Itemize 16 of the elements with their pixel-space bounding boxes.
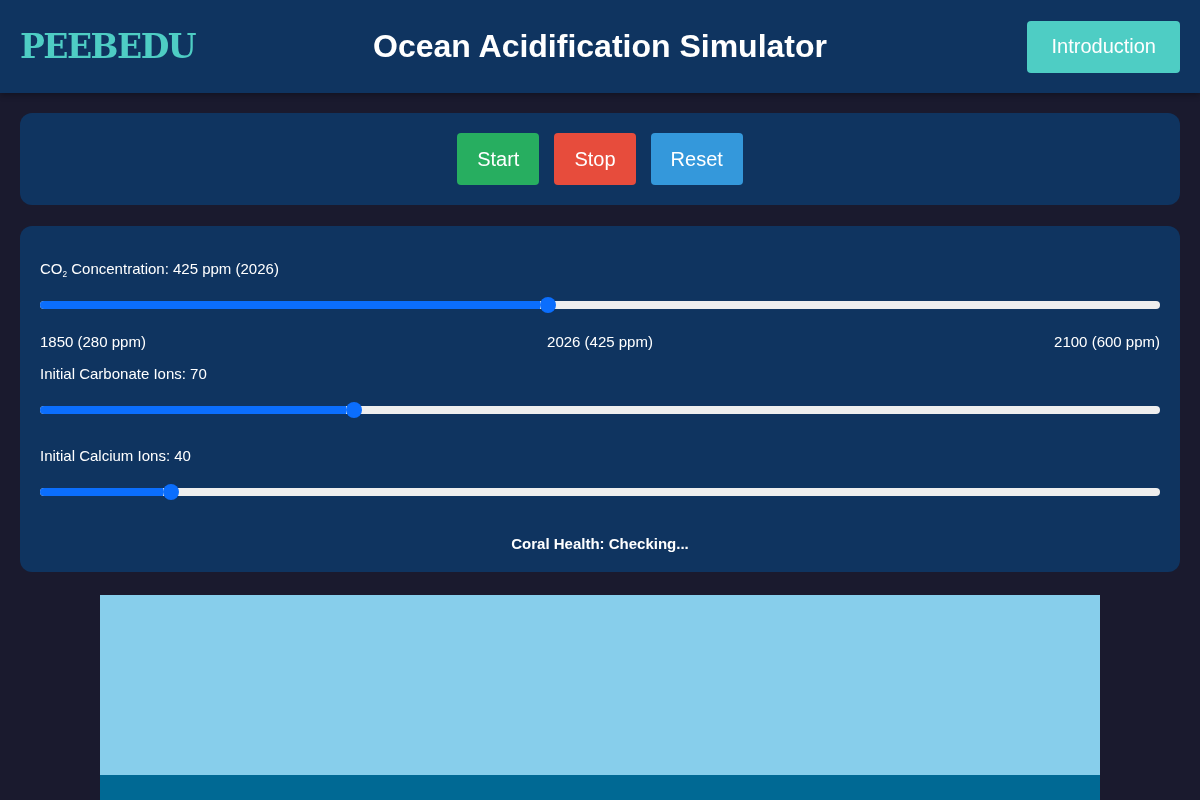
control-button[interactable]: Stop	[554, 133, 636, 185]
scale-label: 2026 (425 ppm)	[547, 332, 653, 352]
scale-label: 1850 (280 ppm)	[40, 332, 146, 352]
scale-label: 2100 (600 ppm)	[1054, 332, 1160, 352]
slider-handle[interactable]	[540, 297, 557, 313]
coral-health-status: Coral Health: Checking...	[510, 534, 690, 554]
slider-label: CO$_{2}$ Concentration: 425 ppm (2026)	[40, 259, 280, 279]
logo: PEEBEDU	[20, 27, 196, 66]
control-button[interactable]: Start	[457, 133, 540, 185]
slider-handle[interactable]	[345, 402, 362, 418]
page-title: Ocean Acidification Simulator	[373, 28, 827, 65]
slider-label: Initial Calcium Ions: 40	[40, 446, 192, 466]
slider-label: Initial Carbonate Ions: 70	[40, 364, 208, 384]
slider-handle[interactable]	[162, 484, 179, 500]
control-button[interactable]: Reset	[650, 133, 743, 185]
introduction-button[interactable]: Introduction	[1027, 20, 1180, 73]
